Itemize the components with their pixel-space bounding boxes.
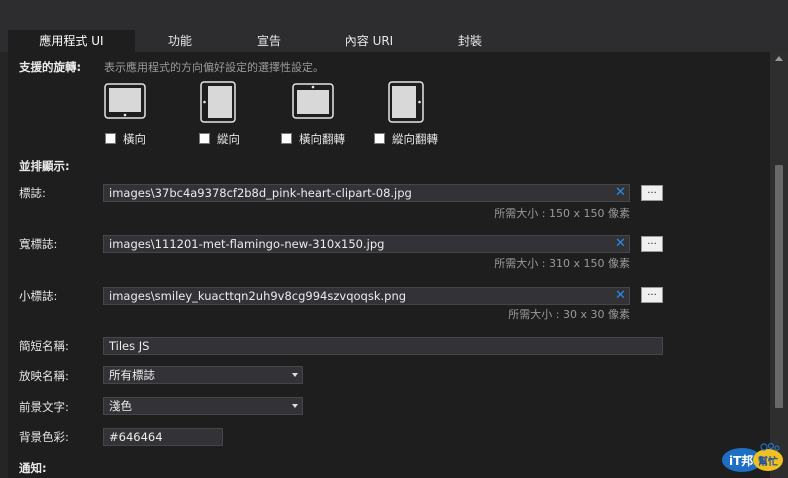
logo-path-value: images\37bc4a9378cf2b8d_pink-heart-clipa… <box>109 186 412 200</box>
landscape-flipped-option-label: 橫向翻轉 <box>299 132 345 146</box>
show-name-select[interactable]: 所有標誌 <box>103 366 303 384</box>
background-color-value: #646464 <box>109 430 163 444</box>
logo-clear-icon[interactable]: ✕ <box>615 186 626 200</box>
rotation-label: 支援的旋轉: <box>19 60 82 74</box>
portrait-icon <box>200 81 236 126</box>
foreground-text-value: 淺色 <box>109 399 132 413</box>
wide-logo-size-note: 所需大小 : 310 x 150 像素 <box>494 257 630 270</box>
tab-content-uri[interactable]: 內容 URI <box>313 30 425 52</box>
portrait-checkbox[interactable] <box>199 133 210 144</box>
small-logo-size-note: 所需大小 : 30 x 30 像素 <box>508 308 630 321</box>
landscape-option-label: 橫向 <box>123 132 146 146</box>
small-logo-path-value: images\smiley_kuacttqn2uh9v8cg994szvqoqs… <box>109 289 407 303</box>
logo-size-note: 所需大小 : 150 x 150 像素 <box>494 207 630 220</box>
tab-packaging[interactable]: 封裝 <box>425 30 515 52</box>
logo-label: 標誌: <box>19 186 46 200</box>
landscape-checkbox[interactable] <box>105 133 116 144</box>
small-logo-label: 小標誌: <box>19 289 58 303</box>
chevron-down-icon <box>292 404 298 408</box>
vertical-scrollbar[interactable] <box>770 52 788 478</box>
wide-logo-path-field[interactable]: images\111201-met-flamingo-new-310x150.j… <box>103 235 630 253</box>
tile-section-heading: 並排顯示: <box>19 159 70 173</box>
notifications-section-heading: 通知: <box>19 461 47 475</box>
settings-panel: 支援的旋轉: 表示應用程式的方向偏好設定的選擇性設定。 橫向 縱向 橫向翻轉 縱… <box>8 52 770 478</box>
svg-text:幫忙: 幫忙 <box>758 455 778 468</box>
rotation-description: 表示應用程式的方向偏好設定的選擇性設定。 <box>104 61 324 74</box>
wide-logo-clear-icon[interactable]: ✕ <box>615 237 626 251</box>
logo-path-field[interactable]: images\37bc4a9378cf2b8d_pink-heart-clipa… <box>103 184 630 202</box>
scroll-up-arrow-icon[interactable] <box>775 56 783 61</box>
foreground-text-label: 前景文字: <box>19 400 69 414</box>
landscape-icon <box>104 83 146 122</box>
svg-text:iT邦: iT邦 <box>729 453 753 468</box>
short-name-field[interactable]: Tiles JS <box>103 337 663 355</box>
tab-bar: 應用程式 UI 功能 宣告 內容 URI 封裝 <box>0 30 788 52</box>
ithome-watermark-logo: iT邦 幫忙 <box>720 442 784 474</box>
foreground-text-select[interactable]: 淺色 <box>103 397 303 415</box>
window-title-bar <box>0 0 788 30</box>
wide-logo-browse-button[interactable]: ... <box>641 236 663 252</box>
portrait-flipped-icon <box>388 81 424 126</box>
portrait-option-label: 縱向 <box>217 132 240 146</box>
landscape-flipped-icon <box>292 83 334 122</box>
small-logo-browse-button[interactable]: ... <box>641 287 663 303</box>
tab-capabilities[interactable]: 功能 <box>135 30 225 52</box>
tab-app-ui[interactable]: 應用程式 UI <box>8 30 135 52</box>
wide-logo-path-value: images\111201-met-flamingo-new-310x150.j… <box>109 237 385 251</box>
short-name-label: 簡短名稱: <box>19 339 69 353</box>
show-name-label: 放映名稱: <box>19 369 69 383</box>
short-name-value: Tiles JS <box>109 339 150 353</box>
show-name-value: 所有標誌 <box>109 368 155 382</box>
background-color-field[interactable]: #646464 <box>103 428 223 446</box>
chevron-down-icon <box>292 373 298 377</box>
wide-logo-label: 寬標誌: <box>19 237 58 251</box>
portrait-flipped-checkbox[interactable] <box>374 133 385 144</box>
logo-browse-button[interactable]: ... <box>641 185 663 201</box>
small-logo-clear-icon[interactable]: ✕ <box>615 289 626 303</box>
portrait-flipped-option-label: 縱向翻轉 <box>392 132 438 146</box>
scrollbar-thumb[interactable] <box>775 165 783 408</box>
small-logo-path-field[interactable]: images\smiley_kuacttqn2uh9v8cg994szvqoqs… <box>103 287 630 305</box>
background-color-label: 背景色彩: <box>19 430 69 444</box>
landscape-flipped-checkbox[interactable] <box>281 133 292 144</box>
tab-declarations[interactable]: 宣告 <box>225 30 313 52</box>
